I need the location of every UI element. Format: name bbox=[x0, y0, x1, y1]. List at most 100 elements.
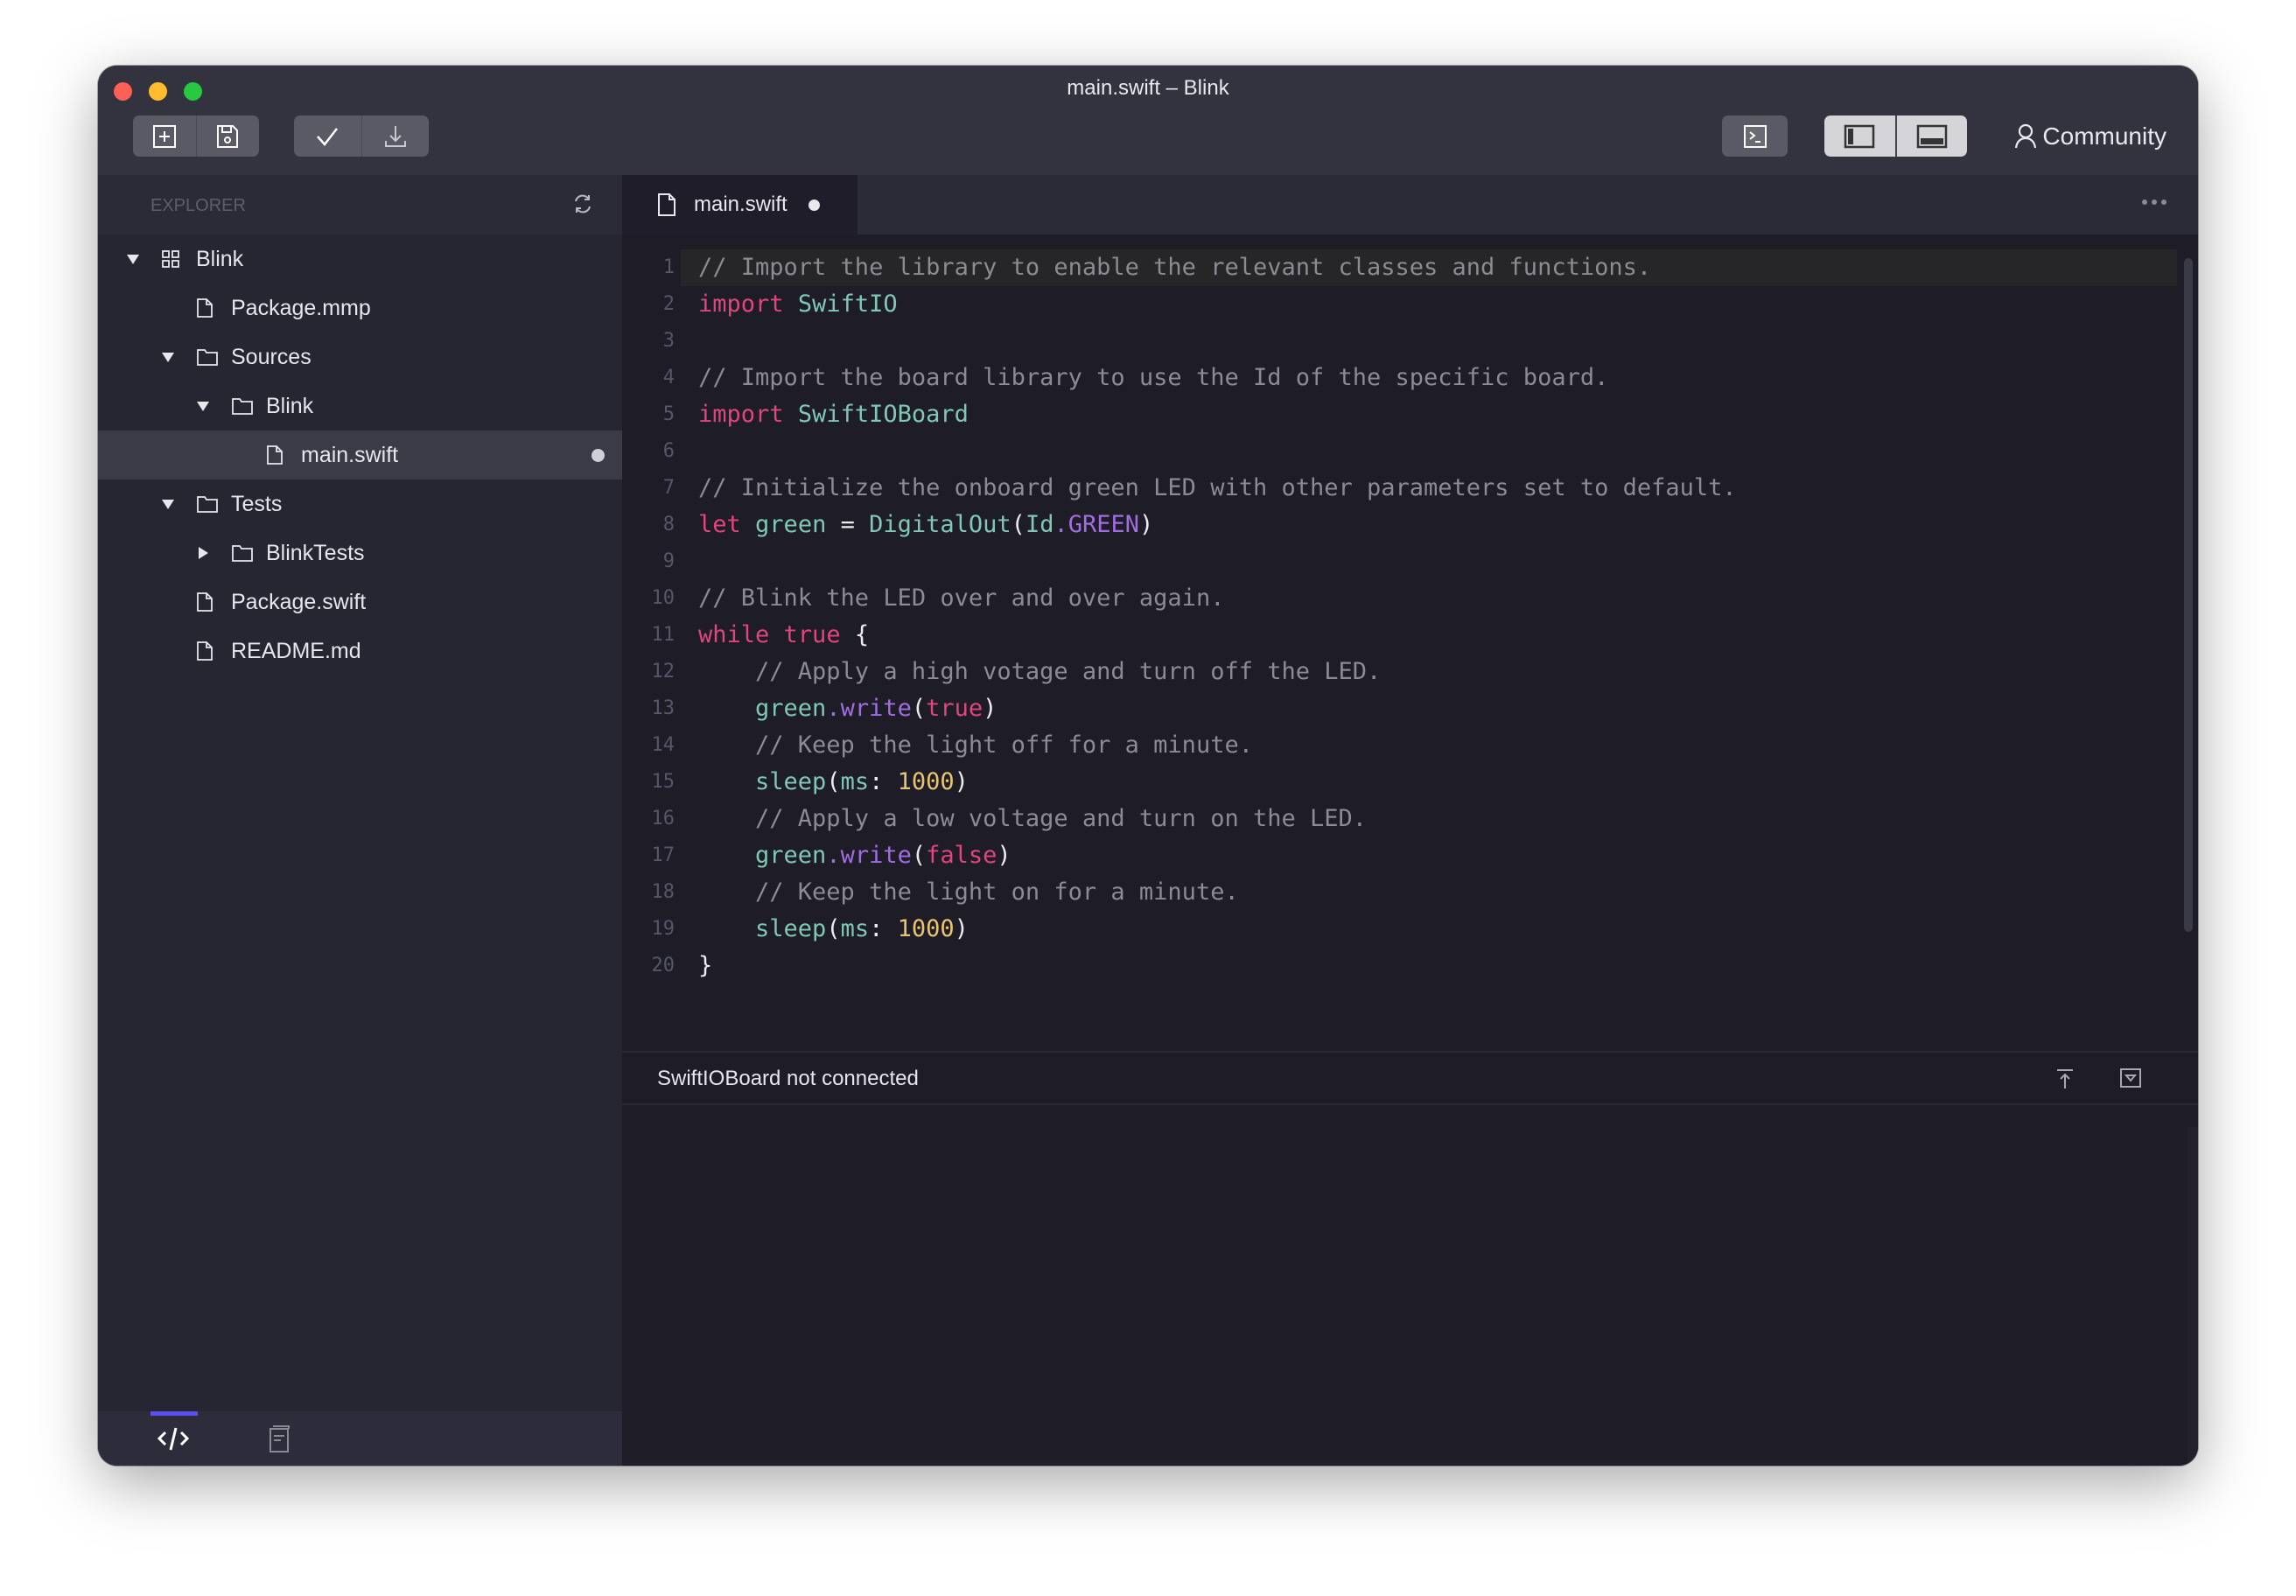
new-file-button[interactable] bbox=[133, 116, 197, 157]
code-token: ) bbox=[1139, 511, 1154, 538]
code-token: 1000 bbox=[897, 915, 955, 942]
chevron-down-icon[interactable] bbox=[196, 399, 210, 413]
file-button-group bbox=[133, 116, 259, 157]
code-token: : bbox=[869, 768, 898, 795]
code-token: .write bbox=[826, 695, 912, 722]
save-button[interactable] bbox=[197, 116, 260, 157]
code-editor[interactable]: 1 // Import the library to enable the rel… bbox=[622, 249, 2198, 984]
line-number: 12 bbox=[651, 661, 676, 682]
code-token: ( bbox=[826, 915, 841, 942]
code-token: // Import the board library to use the I… bbox=[698, 364, 1609, 391]
code-line: 1 // Import the library to enable the rel… bbox=[622, 249, 2198, 286]
verify-button[interactable] bbox=[294, 116, 362, 157]
tree-item[interactable]: Sources bbox=[98, 332, 622, 382]
unsaved-dot[interactable] bbox=[808, 199, 820, 211]
console-output[interactable] bbox=[622, 1105, 2198, 1466]
project-icon bbox=[161, 249, 180, 269]
tree-item-label: Sources bbox=[231, 344, 312, 369]
file-icon bbox=[266, 444, 284, 466]
editor-tab-bar: main.swift bbox=[622, 175, 2198, 234]
folder-icon bbox=[231, 396, 254, 416]
scroll-to-top-button[interactable] bbox=[2054, 1068, 2076, 1095]
console-scrollbar[interactable] bbox=[2188, 1127, 2198, 1466]
tree-item[interactable]: Package.mmp bbox=[98, 284, 622, 332]
line-content: // Keep the light off for a minute. bbox=[698, 727, 1253, 764]
toggle-bottom-panel-button[interactable] bbox=[1897, 116, 1968, 157]
line-content: green.write(false) bbox=[698, 837, 1012, 874]
code-tab[interactable] bbox=[156, 1425, 191, 1456]
chevron-down-icon[interactable] bbox=[161, 350, 175, 364]
community-label: Community bbox=[2042, 122, 2166, 150]
tab-label: main.swift bbox=[694, 192, 788, 216]
folder-icon bbox=[231, 543, 254, 563]
tree-item-label: Blink bbox=[196, 246, 244, 271]
code-token: import bbox=[698, 401, 784, 428]
line-number: 17 bbox=[651, 844, 676, 866]
tree-item[interactable]: README.md bbox=[98, 626, 622, 676]
folder-icon bbox=[196, 347, 219, 367]
code-line: 12 // Apply a high votage and turn off t… bbox=[622, 654, 2198, 690]
code-icon bbox=[157, 1427, 190, 1451]
toggle-sidebar-button[interactable] bbox=[1824, 116, 1897, 157]
line-number: 11 bbox=[651, 624, 676, 646]
tree-item-label: Tests bbox=[231, 491, 283, 516]
line-number: 4 bbox=[662, 367, 675, 388]
download-button[interactable] bbox=[362, 116, 430, 157]
line-number: 3 bbox=[662, 330, 675, 352]
code-line: 19 sleep(ms: 1000) bbox=[622, 911, 2198, 948]
code-line: 9 bbox=[622, 543, 2198, 580]
terminal-button[interactable] bbox=[1722, 116, 1788, 157]
chevron-down-icon[interactable] bbox=[126, 252, 140, 266]
code-token: { bbox=[840, 621, 870, 648]
code-line: 8 let green = DigitalOut(Id.GREEN) bbox=[622, 507, 2198, 543]
editor-scrollbar[interactable] bbox=[2184, 258, 2193, 932]
user-icon bbox=[2015, 123, 2037, 149]
code-token: green bbox=[755, 511, 827, 538]
explorer-sidebar: EXPLORER Blink Package.mmp Sources Blink mai… bbox=[98, 175, 622, 1466]
layout-button-group bbox=[1824, 116, 1967, 157]
code-token: DigitalOut bbox=[869, 511, 1012, 538]
more-options-button[interactable] bbox=[2142, 200, 2166, 205]
folder-icon bbox=[196, 494, 219, 514]
code-token: = bbox=[826, 511, 870, 538]
active-tab-indicator bbox=[150, 1411, 198, 1416]
community-button[interactable]: Community bbox=[2014, 118, 2166, 155]
refresh-icon bbox=[575, 194, 591, 214]
bottom-panel-layout-icon bbox=[1916, 124, 1947, 148]
tree-item[interactable]: Package.swift bbox=[98, 578, 622, 626]
code-line: 11 while true { bbox=[622, 617, 2198, 654]
tree-item[interactable]: Blink bbox=[98, 382, 622, 430]
tree-item[interactable]: Tests bbox=[98, 480, 622, 528]
code-token: Id bbox=[1025, 511, 1054, 538]
line-number: 5 bbox=[662, 403, 675, 425]
code-token: let bbox=[698, 511, 741, 538]
terminal-icon bbox=[1743, 124, 1767, 148]
tab-main-swift[interactable]: main.swift bbox=[622, 175, 858, 234]
tree-item[interactable]: Blink bbox=[98, 234, 622, 284]
check-icon bbox=[317, 127, 339, 146]
code-line: 2 import SwiftIO bbox=[622, 286, 2198, 323]
line-content: while true { bbox=[698, 617, 869, 654]
code-token: : bbox=[869, 915, 898, 942]
code-token: // Initialize the onboard green LED with… bbox=[698, 474, 1737, 501]
code-line: 4 // Import the board library to use the … bbox=[622, 360, 2198, 396]
board-status-bar: SwiftIOBoard not connected bbox=[622, 1051, 2198, 1105]
tree-item[interactable]: main.swift bbox=[98, 430, 622, 480]
modified-dot bbox=[592, 448, 605, 462]
code-token: // Apply a low voltage and turn on the L… bbox=[698, 805, 1368, 832]
code-line: 17 green.write(false) bbox=[622, 837, 2198, 874]
collapse-panel-button[interactable] bbox=[2119, 1068, 2142, 1093]
chevron-down-icon[interactable] bbox=[161, 497, 175, 511]
tree-item[interactable]: BlinkTests bbox=[98, 528, 622, 578]
refresh-button[interactable] bbox=[571, 192, 594, 220]
code-line: 20} bbox=[622, 948, 2198, 984]
line-content: sleep(ms: 1000) bbox=[698, 764, 969, 801]
code-line: 6 bbox=[622, 433, 2198, 470]
chevron-right-icon[interactable] bbox=[196, 546, 210, 560]
docs-tab[interactable] bbox=[267, 1424, 293, 1458]
line-content: green.write(true) bbox=[698, 690, 997, 727]
scroll-to-top-icon bbox=[2057, 1069, 2073, 1088]
